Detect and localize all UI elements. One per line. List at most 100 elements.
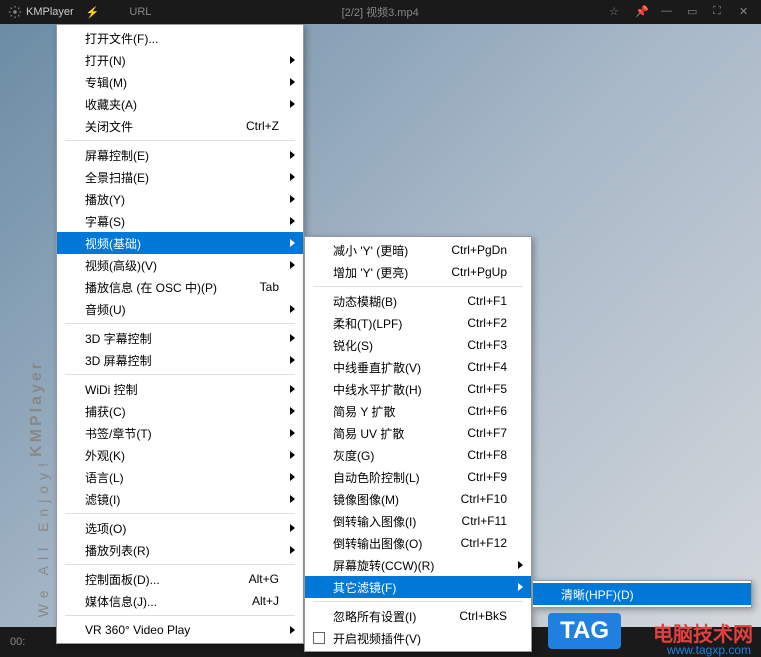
submenu-item-shortcut: Ctrl+F3 bbox=[467, 338, 507, 352]
menu-item-26[interactable]: 播放列表(R) bbox=[57, 539, 303, 561]
menu-item-28[interactable]: 控制面板(D)... Alt+G bbox=[57, 568, 303, 590]
submenu-item-label: 倒转输出图像(O) bbox=[333, 535, 422, 552]
submenu-item-14[interactable]: 倒转输出图像(O) Ctrl+F12 bbox=[305, 532, 531, 554]
menu-item-10[interactable]: 视频(基础) bbox=[57, 232, 303, 254]
menu-item-31[interactable]: VR 360° Video Play bbox=[57, 619, 303, 641]
menu-item-16[interactable]: 3D 屏幕控制 bbox=[57, 349, 303, 371]
menu-item-19[interactable]: 捕获(C) bbox=[57, 400, 303, 422]
submenu-item-shortcut: Ctrl+F10 bbox=[461, 492, 507, 506]
submenu-item-shortcut: Ctrl+F5 bbox=[467, 382, 507, 396]
submenu-item-8[interactable]: 简易 Y 扩散Ctrl+F6 bbox=[305, 400, 531, 422]
submenu-item-19[interactable]: 开启视频插件(V) bbox=[305, 627, 531, 649]
submenu-item-9[interactable]: 简易 UV 扩散Ctrl+F7 bbox=[305, 422, 531, 444]
menu-item-1[interactable]: 打开(N) bbox=[57, 49, 303, 71]
menu-item-20[interactable]: 书签/章节(T) bbox=[57, 422, 303, 444]
menu-item-13[interactable]: 音频(U) bbox=[57, 298, 303, 320]
submenu-item-15[interactable]: 屏幕旋转(CCW)(R) bbox=[305, 554, 531, 576]
menu-separator bbox=[65, 564, 295, 565]
menu-item-label: 选项(O) bbox=[85, 520, 126, 537]
submenu-item-shortcut: Ctrl+BkS bbox=[459, 609, 507, 623]
time-display: 00: bbox=[10, 636, 25, 648]
watermark-url: www.tagxp.com bbox=[667, 643, 751, 657]
url-label[interactable]: URL bbox=[129, 6, 151, 18]
submenu-item-11[interactable]: 自动色阶控制(L) Ctrl+F9 bbox=[305, 466, 531, 488]
submenu-item-shortcut: Ctrl+F8 bbox=[467, 448, 507, 462]
menu-item-label: 语言(L) bbox=[85, 469, 124, 486]
menu-item-label: 书签/章节(T) bbox=[85, 425, 152, 442]
menu-item-12[interactable]: 播放信息 (在 OSC 中)(P)Tab bbox=[57, 276, 303, 298]
submenu-item-shortcut: Ctrl+F9 bbox=[467, 470, 507, 484]
menu-item-label: 3D 屏幕控制 bbox=[85, 352, 152, 369]
menu-item-9[interactable]: 字幕(S) bbox=[57, 210, 303, 232]
menu-item-label: 控制面板(D)... bbox=[85, 571, 160, 588]
submenu-separator bbox=[313, 286, 523, 287]
menu-item-label: 打开文件(F)... bbox=[85, 30, 158, 47]
menu-item-8[interactable]: 播放(Y) bbox=[57, 188, 303, 210]
menu-item-22[interactable]: 语言(L) bbox=[57, 466, 303, 488]
menu-item-label: 媒体信息(J)... bbox=[85, 593, 157, 610]
menu-item-label: 视频(基础) bbox=[85, 235, 141, 252]
watermark-badge: TAG bbox=[548, 613, 621, 649]
submenu-item-6[interactable]: 中线垂直扩散(V)Ctrl+F4 bbox=[305, 356, 531, 378]
bolt-icon[interactable]: ⚡ bbox=[86, 6, 100, 19]
submenu-item-label: 自动色阶控制(L) bbox=[333, 469, 420, 486]
submenu-item-0[interactable]: 减小 'Y' (更暗)Ctrl+PgDn bbox=[305, 239, 531, 261]
submenu-item-12[interactable]: 镜像图像(M) Ctrl+F10 bbox=[305, 488, 531, 510]
submenu-item-18[interactable]: 忽略所有设置(I)Ctrl+BkS bbox=[305, 605, 531, 627]
submenu-item-1[interactable]: 增加 'Y' (更亮) Ctrl+PgUp bbox=[305, 261, 531, 283]
menu-item-2[interactable]: 专辑(M) bbox=[57, 71, 303, 93]
submenu-item-13[interactable]: 倒转输入图像(I)Ctrl+F11 bbox=[305, 510, 531, 532]
menu-item-label: 收藏夹(A) bbox=[85, 96, 137, 113]
menu-item-label: WiDi 控制 bbox=[85, 381, 138, 398]
submenu-item-shortcut: Ctrl+PgDn bbox=[451, 243, 507, 257]
menu-item-25[interactable]: 选项(O) bbox=[57, 517, 303, 539]
menu-item-0[interactable]: 打开文件(F)... bbox=[57, 27, 303, 49]
menu-separator bbox=[65, 140, 295, 141]
favorite-icon[interactable]: ☆ bbox=[609, 5, 623, 19]
submenu-item-5[interactable]: 锐化(S) Ctrl+F3 bbox=[305, 334, 531, 356]
menu-item-6[interactable]: 屏幕控制(E) bbox=[57, 144, 303, 166]
menu-item-11[interactable]: 视频(高级)(V) bbox=[57, 254, 303, 276]
submenu-item-label: 锐化(S) bbox=[333, 337, 373, 354]
menu-item-18[interactable]: WiDi 控制 bbox=[57, 378, 303, 400]
menu-item-label: 捕获(C) bbox=[85, 403, 126, 420]
submenu2-item-label: 清晰(HPF)(D) bbox=[561, 586, 634, 603]
submenu-item-shortcut: Ctrl+PgUp bbox=[451, 265, 507, 279]
menu-item-7[interactable]: 全景扫描(E) bbox=[57, 166, 303, 188]
maximize-icon[interactable]: ▭ bbox=[687, 5, 701, 19]
menu-item-shortcut: Alt+G bbox=[249, 572, 279, 586]
menu-item-4[interactable]: 关闭文件Ctrl+Z bbox=[57, 115, 303, 137]
menu-item-shortcut: Alt+J bbox=[252, 594, 279, 608]
app-name: KMPlayer bbox=[26, 6, 74, 18]
menu-item-15[interactable]: 3D 字幕控制 bbox=[57, 327, 303, 349]
submenu-item-label: 增加 'Y' (更亮) bbox=[333, 264, 408, 281]
menu-item-label: 专辑(M) bbox=[85, 74, 127, 91]
pin-icon[interactable]: 📌 bbox=[635, 5, 649, 19]
menu-item-label: 播放(Y) bbox=[85, 191, 125, 208]
video-basic-submenu: 减小 'Y' (更暗)Ctrl+PgDn 增加 'Y' (更亮) Ctrl+PgUp… bbox=[304, 236, 532, 652]
submenu-item-shortcut: Ctrl+F12 bbox=[461, 536, 507, 550]
gear-icon bbox=[8, 5, 22, 19]
submenu-item-16[interactable]: 其它滤镜(F) bbox=[305, 576, 531, 598]
fullscreen-icon[interactable]: ⛶ bbox=[713, 5, 727, 19]
submenu-item-7[interactable]: 中线水平扩散(H)Ctrl+F5 bbox=[305, 378, 531, 400]
submenu-item-label: 镜像图像(M) bbox=[333, 491, 399, 508]
submenu2-item-0[interactable]: 清晰(HPF)(D) bbox=[533, 583, 751, 605]
menu-item-label: 外观(K) bbox=[85, 447, 125, 464]
menu-item-23[interactable]: 滤镜(I) bbox=[57, 488, 303, 510]
menu-item-label: 屏幕控制(E) bbox=[85, 147, 149, 164]
close-icon[interactable]: ✕ bbox=[739, 5, 753, 19]
submenu-item-shortcut: Ctrl+F4 bbox=[467, 360, 507, 374]
submenu-item-10[interactable]: 灰度(G)Ctrl+F8 bbox=[305, 444, 531, 466]
menu-separator bbox=[65, 513, 295, 514]
submenu-item-label: 其它滤镜(F) bbox=[333, 579, 396, 596]
menu-item-3[interactable]: 收藏夹(A) bbox=[57, 93, 303, 115]
minimize-icon[interactable]: — bbox=[661, 5, 675, 19]
submenu-item-3[interactable]: 动态模糊(B)Ctrl+F1 bbox=[305, 290, 531, 312]
sidebar-logo: KMPlayer bbox=[28, 360, 46, 457]
submenu-item-shortcut: Ctrl+F11 bbox=[462, 514, 507, 528]
menu-item-29[interactable]: 媒体信息(J)... Alt+J bbox=[57, 590, 303, 612]
menu-item-label: 音频(U) bbox=[85, 301, 126, 318]
submenu-item-4[interactable]: 柔和(T)(LPF)Ctrl+F2 bbox=[305, 312, 531, 334]
menu-item-21[interactable]: 外观(K) bbox=[57, 444, 303, 466]
